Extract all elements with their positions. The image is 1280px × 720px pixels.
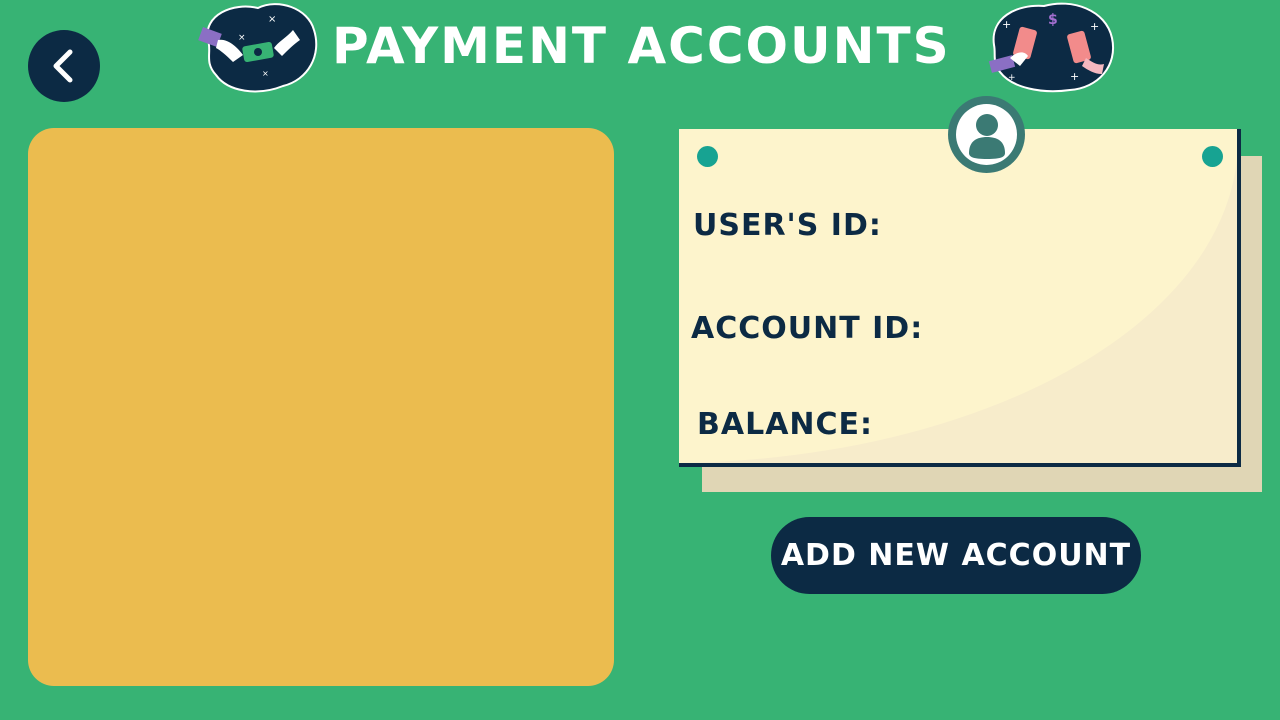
chevron-left-icon <box>53 49 73 83</box>
svg-text:+: + <box>1070 70 1079 83</box>
page-title: PAYMENT ACCOUNTS <box>332 17 951 75</box>
pin-right <box>1202 146 1223 167</box>
svg-text:×: × <box>238 33 246 43</box>
user-icon <box>956 104 1017 165</box>
svg-text:+: + <box>1002 18 1011 31</box>
pin-left <box>697 146 718 167</box>
accounts-list-panel[interactable] <box>28 128 614 686</box>
user-id-label: USER'S ID: <box>693 208 882 243</box>
back-button[interactable] <box>28 30 100 102</box>
cash-handoff-illustration: × × × <box>198 3 318 93</box>
account-id-label: ACCOUNT ID: <box>691 311 924 346</box>
svg-text:×: × <box>262 69 269 78</box>
svg-text:+: + <box>1008 73 1016 83</box>
mobile-payment-illustration: $ + + + + <box>988 2 1115 93</box>
svg-text:+: + <box>1090 20 1099 33</box>
svg-text:×: × <box>268 14 276 25</box>
balance-label: BALANCE: <box>697 407 874 442</box>
svg-text:$: $ <box>1048 12 1058 28</box>
add-new-account-button[interactable]: ADD NEW ACCOUNT <box>771 517 1141 594</box>
avatar <box>948 96 1025 173</box>
